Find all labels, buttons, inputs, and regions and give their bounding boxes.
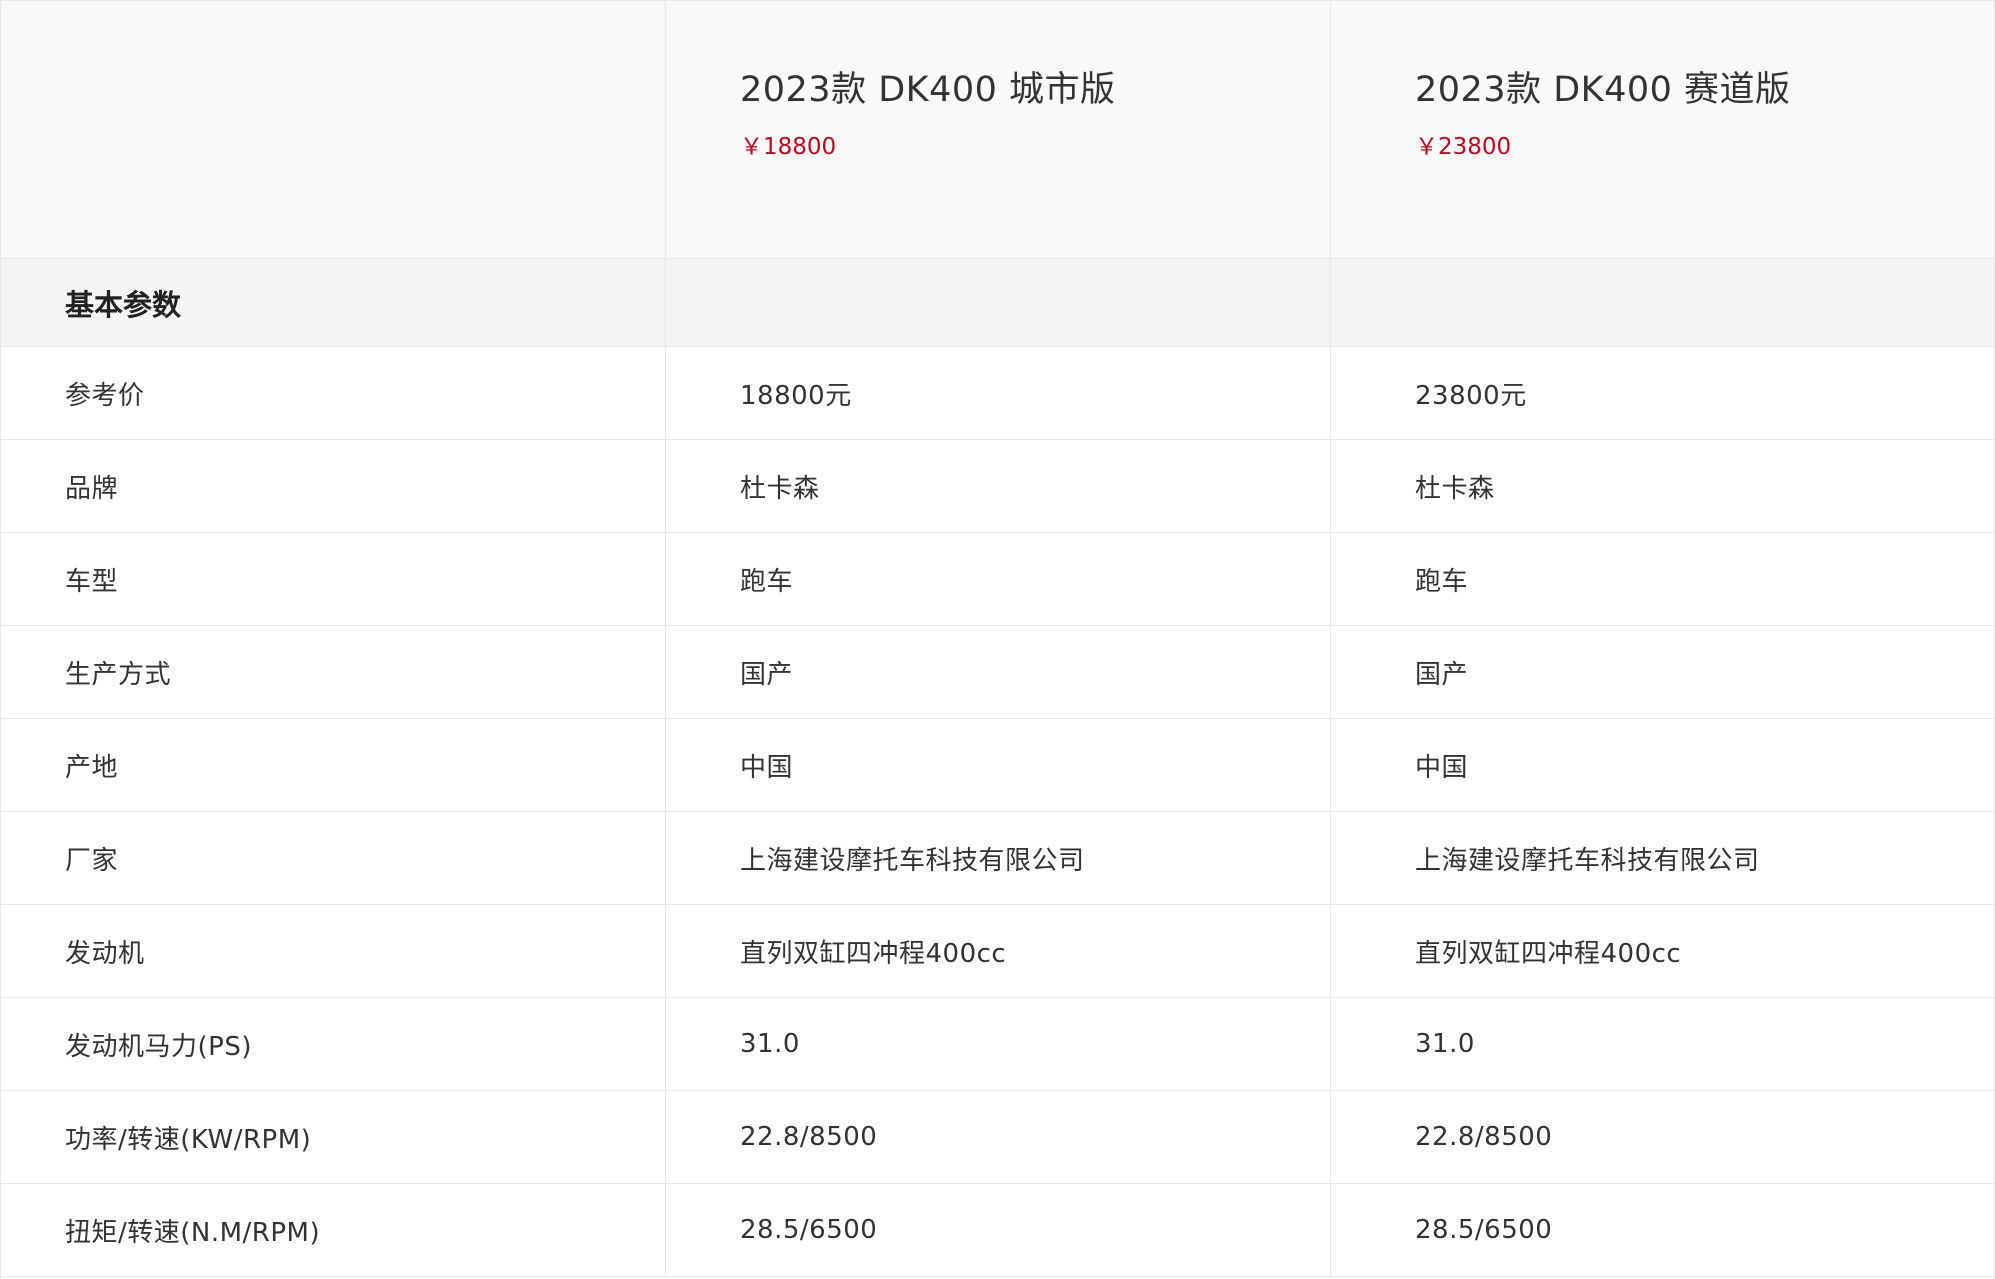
row-value: 上海建设摩托车科技有限公司 — [1415, 845, 1760, 876]
row-value: 国产 — [1415, 659, 1469, 690]
model-block: 2023款 DK400 城市版 ￥18800 — [740, 1, 1116, 163]
row-label-cell: 发动机马力(PS) — [1, 998, 666, 1090]
row-label-cell: 品牌 — [1, 440, 666, 532]
row-value: 跑车 — [740, 566, 794, 597]
row-value: 直列双缸四冲程400cc — [1415, 938, 1682, 969]
row-value: 22.8/8500 — [740, 1122, 878, 1152]
row-value-cell: 杜卡森 — [666, 440, 1331, 532]
row-value: 杜卡森 — [1415, 473, 1495, 504]
model-name[interactable]: 2023款 DK400 赛道版 — [1415, 65, 1791, 115]
row-value: 23800元 — [1415, 380, 1527, 411]
model-header-cell: 2023款 DK400 赛道版 ￥23800 — [1331, 1, 1994, 258]
row-label: 参考价 — [65, 380, 145, 411]
row-value: 国产 — [740, 659, 794, 690]
row-value: 28.5/6500 — [1415, 1215, 1553, 1245]
row-value-cell: 中国 — [666, 719, 1331, 811]
model-block: 2023款 DK400 赛道版 ￥23800 — [1415, 1, 1791, 163]
row-label-cell: 产地 — [1, 719, 666, 811]
section-title: 基本参数 — [65, 287, 182, 322]
row-label: 发动机马力(PS) — [65, 1031, 252, 1062]
row-value: 28.5/6500 — [740, 1215, 878, 1245]
row-label: 发动机 — [65, 938, 145, 969]
model-price: ￥23800 — [1415, 134, 1512, 160]
table-row: 发动机马力(PS) 31.0 31.0 — [1, 998, 1994, 1091]
row-label-cell: 厂家 — [1, 812, 666, 904]
row-label: 扭矩/转速(N.M/RPM) — [65, 1217, 321, 1248]
section-empty-cell — [1331, 259, 1994, 346]
row-label-cell: 生产方式 — [1, 626, 666, 718]
row-value: 31.0 — [1415, 1029, 1475, 1059]
row-value: 直列双缸四冲程400cc — [740, 938, 1007, 969]
row-value-cell: 跑车 — [1331, 533, 1994, 625]
row-value-cell: 28.5/6500 — [1331, 1184, 1994, 1276]
row-value: 31.0 — [740, 1029, 800, 1059]
row-label-cell: 扭矩/转速(N.M/RPM) — [1, 1184, 666, 1276]
section-empty-cell — [666, 259, 1331, 346]
row-value-cell: 28.5/6500 — [666, 1184, 1331, 1276]
row-label: 功率/转速(KW/RPM) — [65, 1124, 312, 1155]
model-name[interactable]: 2023款 DK400 城市版 — [740, 65, 1116, 115]
table-row: 厂家 上海建设摩托车科技有限公司 上海建设摩托车科技有限公司 — [1, 812, 1994, 905]
row-label: 产地 — [65, 752, 119, 783]
table-row: 功率/转速(KW/RPM) 22.8/8500 22.8/8500 — [1, 1091, 1994, 1184]
row-value: 中国 — [740, 752, 794, 783]
row-value-cell: 上海建设摩托车科技有限公司 — [1331, 812, 1994, 904]
row-label: 车型 — [65, 566, 119, 597]
row-label: 生产方式 — [65, 659, 172, 690]
row-value: 22.8/8500 — [1415, 1122, 1553, 1152]
table-row: 产地 中国 中国 — [1, 719, 1994, 812]
spec-comparison-table: 2023款 DK400 城市版 ￥18800 2023款 DK400 赛道版 ￥… — [0, 0, 1995, 1279]
row-value-cell: 国产 — [1331, 626, 1994, 718]
row-value: 18800元 — [740, 380, 852, 411]
row-label: 品牌 — [65, 473, 119, 504]
row-label-cell: 功率/转速(KW/RPM) — [1, 1091, 666, 1183]
row-value: 中国 — [1415, 752, 1469, 783]
table-row: 参考价 18800元 23800元 — [1, 347, 1994, 440]
row-value-cell: 22.8/8500 — [666, 1091, 1331, 1183]
row-value: 跑车 — [1415, 566, 1469, 597]
row-value-cell: 31.0 — [1331, 998, 1994, 1090]
table-row: 扭矩/转速(N.M/RPM) 28.5/6500 28.5/6500 — [1, 1184, 1994, 1277]
table-header-row: 2023款 DK400 城市版 ￥18800 2023款 DK400 赛道版 ￥… — [1, 0, 1994, 259]
row-value-cell: 跑车 — [666, 533, 1331, 625]
section-header-row: 基本参数 — [1, 259, 1994, 347]
header-empty-cell — [1, 1, 666, 258]
row-value-cell: 国产 — [666, 626, 1331, 718]
table-row: 发动机 直列双缸四冲程400cc 直列双缸四冲程400cc — [1, 905, 1994, 998]
row-value-cell: 22.8/8500 — [1331, 1091, 1994, 1183]
table-row: 生产方式 国产 国产 — [1, 626, 1994, 719]
row-label-cell: 发动机 — [1, 905, 666, 997]
row-value-cell: 18800元 — [666, 347, 1331, 439]
row-value-cell: 中国 — [1331, 719, 1994, 811]
row-value: 上海建设摩托车科技有限公司 — [740, 845, 1085, 876]
section-title-cell: 基本参数 — [1, 259, 666, 346]
model-price: ￥18800 — [740, 134, 837, 160]
model-header-cell: 2023款 DK400 城市版 ￥18800 — [666, 1, 1331, 258]
row-label-cell: 车型 — [1, 533, 666, 625]
row-value-cell: 23800元 — [1331, 347, 1994, 439]
row-value-cell: 杜卡森 — [1331, 440, 1994, 532]
row-value-cell: 31.0 — [666, 998, 1331, 1090]
row-value-cell: 直列双缸四冲程400cc — [1331, 905, 1994, 997]
row-value-cell: 上海建设摩托车科技有限公司 — [666, 812, 1331, 904]
table-row: 品牌 杜卡森 杜卡森 — [1, 440, 1994, 533]
row-label: 厂家 — [65, 845, 119, 876]
table-row: 车型 跑车 跑车 — [1, 533, 1994, 626]
row-label-cell: 参考价 — [1, 347, 666, 439]
row-value-cell: 直列双缸四冲程400cc — [666, 905, 1331, 997]
row-value: 杜卡森 — [740, 473, 820, 504]
